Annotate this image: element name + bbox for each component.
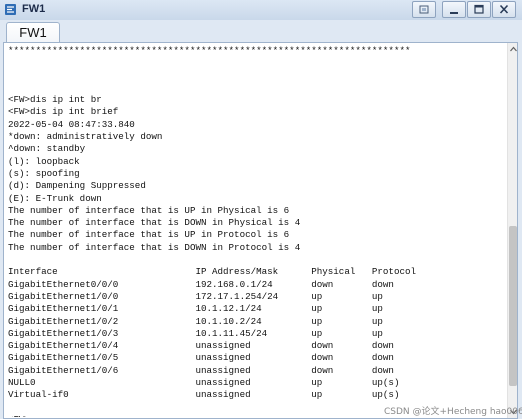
terminal-line: (d): Dampening Suppressed xyxy=(8,180,146,192)
terminal-line: The number of interface that is UP in Pr… xyxy=(8,229,290,241)
terminal-line: ^down: standby xyxy=(8,143,86,155)
terminal-line: GigabitEthernet0/0/0 192.168.0.1/24 down… xyxy=(8,278,394,290)
restore-button[interactable] xyxy=(412,1,436,18)
terminal-line: <FW>dis ip int brief xyxy=(8,106,119,118)
terminal-output[interactable]: ****************************************… xyxy=(8,45,504,417)
title-bar[interactable]: FW1 xyxy=(0,0,522,20)
maximize-icon xyxy=(474,4,484,14)
terminal-panel[interactable]: ****************************************… xyxy=(3,42,518,419)
terminal-line: GigabitEthernet1/0/3 10.1.11.45/24 up up xyxy=(8,327,383,339)
terminal-line: *down: administratively down xyxy=(8,131,163,143)
minimize-button[interactable] xyxy=(442,1,466,18)
scroll-thumb[interactable] xyxy=(509,226,517,386)
restore-icon xyxy=(419,5,429,14)
minimize-icon xyxy=(450,12,458,14)
terminal-line: Interface IP Address/Mask Physical Proto… xyxy=(8,266,416,278)
terminal-line: Virtual-if0 unassigned up up(s) xyxy=(8,389,400,401)
vertical-scrollbar[interactable] xyxy=(507,43,518,418)
close-icon xyxy=(499,4,509,14)
tab-fw1[interactable]: FW1 xyxy=(6,22,60,43)
maximize-button[interactable] xyxy=(467,1,491,18)
terminal-line: The number of interface that is DOWN in … xyxy=(8,241,301,253)
terminal-line: GigabitEthernet1/0/2 10.1.10.2/24 up up xyxy=(8,315,383,327)
terminal-line: <FW>dis ip int br xyxy=(8,94,102,106)
terminal-line: GigabitEthernet1/0/5 unassigned down dow… xyxy=(8,352,394,364)
terminal-line: NULL0 unassigned up up(s) xyxy=(8,377,400,389)
terminal-line: The number of interface that is UP in Ph… xyxy=(8,204,290,216)
terminal-line: The number of interface that is DOWN in … xyxy=(8,217,301,229)
ensp-device-icon xyxy=(5,4,16,15)
terminal-line: 2022-05-04 08:47:33.840 xyxy=(8,118,135,130)
terminal-line: GigabitEthernet1/0/4 unassigned down dow… xyxy=(8,340,394,352)
terminal-line: GigabitEthernet1/0/0 172.17.1.254/24 up … xyxy=(8,290,383,302)
terminal-line: GigabitEthernet1/0/6 unassigned down dow… xyxy=(8,364,394,376)
terminal-window: FW1 FW1 ********************************… xyxy=(0,0,522,419)
close-button[interactable] xyxy=(492,1,516,18)
terminal-line: GigabitEthernet1/0/1 10.1.12.1/24 up up xyxy=(8,303,383,315)
watermark: CSDN @论文+Hecheng hao0060 xyxy=(384,407,522,417)
scroll-up-arrow-icon[interactable] xyxy=(508,43,518,55)
window-title: FW1 xyxy=(22,3,46,15)
terminal-line: (E): E-Trunk down xyxy=(8,192,102,204)
terminal-line: (s): spoofing xyxy=(8,167,80,179)
terminal-line: ****************************************… xyxy=(8,45,411,56)
tab-strip xyxy=(0,20,522,42)
terminal-line: (l): loopback xyxy=(8,155,80,167)
